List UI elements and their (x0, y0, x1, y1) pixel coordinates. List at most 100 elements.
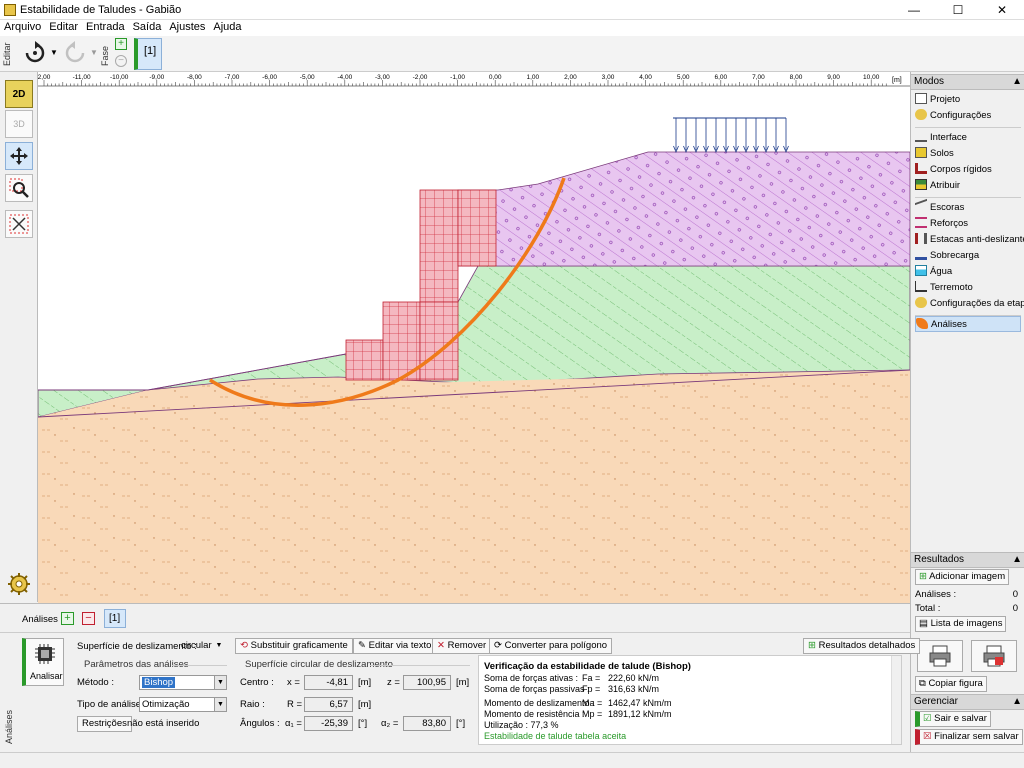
pencil-icon: ✎ (358, 640, 369, 651)
analysis-tab[interactable]: [1] (104, 609, 126, 628)
menu-saida[interactable]: Saída (129, 20, 166, 34)
settings-gear-icon[interactable] (5, 570, 33, 598)
view-3d-button[interactable]: 3D (5, 110, 33, 138)
menu-entrada[interactable]: Entrada (82, 20, 129, 34)
copy-figure-button[interactable]: ⧉ Copiar figura (915, 676, 987, 692)
soil-layer-purple[interactable] (457, 151, 910, 267)
replace-graphic-button[interactable]: ⟲ Substituir graficamente (235, 638, 353, 654)
analysis-type-select[interactable]: Otimização ▼ (139, 697, 227, 712)
mode-escoras[interactable]: Escoras (915, 198, 1021, 216)
maximize-button[interactable]: ☐ (936, 0, 980, 20)
mode-sobrecarga[interactable]: Sobrecarga (915, 248, 1021, 264)
mode-atribuir[interactable]: Atribuir (915, 178, 1021, 194)
ruler-tick-label: -9,00 (149, 74, 164, 81)
print-preview-button[interactable] (971, 640, 1017, 672)
analyses-label: Análises : (22, 614, 64, 625)
ruler-unit: [m] (892, 77, 902, 84)
ruler-tick-label: -5,00 (300, 74, 315, 81)
radius-field[interactable]: 6,57 (304, 697, 353, 712)
add-analysis-icon[interactable]: + (61, 612, 74, 625)
image-list-button[interactable]: ▤ Lista de imagens (915, 616, 1007, 632)
ruler-tick-label: -2,00 (413, 74, 428, 81)
a1-field[interactable]: -25,39 (304, 716, 353, 731)
method-select[interactable]: Bishop ▼ (139, 675, 227, 690)
status-bar (0, 752, 1024, 768)
mode-projeto[interactable]: Projeto (915, 92, 1021, 108)
surface-select[interactable]: circular ▼ (179, 639, 225, 654)
remove-button[interactable]: ✕ Remover (432, 638, 492, 654)
remove-analysis-icon[interactable]: − (82, 612, 95, 625)
z-field[interactable]: 100,95 (403, 675, 451, 690)
menu-arquivo[interactable]: Arquivo (0, 20, 45, 34)
ruler-tick-label: 5,00 (677, 74, 690, 81)
mode-configuracoes[interactable]: Configurações (915, 108, 1021, 124)
mode-analises[interactable]: Análises (915, 316, 1021, 332)
minimize-button[interactable]: — (892, 0, 936, 20)
radius-label: Raio : (240, 699, 265, 710)
a2-field[interactable]: 83,80 (403, 716, 451, 731)
mode-agua[interactable]: Água (915, 264, 1021, 280)
radius-unit: [m] (358, 699, 372, 710)
run-analysis-button[interactable]: Analisar (22, 638, 64, 686)
passive-forces-row: Soma de forças passivas : Fp = 316,63 kN/m (484, 684, 660, 694)
chip-icon (35, 644, 55, 664)
x-field[interactable]: -4,81 (304, 675, 353, 690)
soil-layer-base[interactable] (38, 370, 910, 603)
stage-tab[interactable]: [1] (134, 38, 162, 70)
mode-estacas[interactable]: Estacas anti-deslizantes (915, 232, 1024, 248)
soil-icon (915, 147, 927, 158)
zoom-window-icon[interactable] (5, 174, 33, 202)
mode-solos[interactable]: Solos (915, 146, 1021, 162)
surcharge-load[interactable] (673, 117, 789, 154)
menu-bar: Arquivo Editar Entrada Saída Ajustes Ajuda (0, 20, 1024, 36)
remove-stage-icon[interactable]: − (115, 55, 127, 67)
close-button[interactable]: ✕ (980, 0, 1024, 20)
ruler-tick-label: -3,00 (375, 74, 390, 81)
manage-header: Gerenciar ▲ (911, 694, 1024, 710)
drawing-canvas[interactable]: 2,00 -11,00 -10,00 -9,00 -8,00 -7,00 -6,00 -5,0… (38, 72, 910, 603)
restrictions-status: não está inserido (127, 718, 200, 729)
x-unit: [m] (358, 677, 372, 688)
undo-icon[interactable] (22, 40, 48, 66)
earthquake-icon (915, 281, 927, 292)
print-button[interactable] (917, 640, 963, 672)
ruler-tick-label: 10,00 (863, 74, 880, 81)
mode-reforcos[interactable]: Reforços (915, 216, 1021, 232)
add-stage-icon[interactable]: + (115, 38, 127, 50)
water-icon (915, 265, 927, 276)
analysis-side-label: Análises (4, 709, 14, 745)
menu-ajustes[interactable]: Ajustes (165, 20, 209, 34)
detailed-results-button[interactable]: ⊞ Resultados detalhados (803, 638, 921, 654)
a1-unit: [°] (358, 718, 368, 729)
right-panel: Modos ▲ Projeto Configurações Interface S… (910, 72, 1024, 752)
view-2d-button[interactable]: 2D (5, 80, 33, 108)
mode-config-etapa[interactable]: Configurações da etapa (915, 296, 1024, 312)
ruler-tick-label: -4,00 (337, 74, 352, 81)
document-icon (915, 93, 927, 104)
cross-icon: ☒ (923, 731, 935, 742)
zoom-extents-icon[interactable] (5, 210, 33, 238)
mode-corpos-rigidos[interactable]: Corpos rígidos (915, 162, 1021, 178)
add-image-button[interactable]: ⊞ Adicionar imagem (915, 569, 1010, 585)
undo-dropdown-icon[interactable]: ▼ (50, 48, 58, 57)
mode-terremoto[interactable]: Terremoto (915, 280, 1021, 296)
pan-icon[interactable] (5, 142, 33, 170)
menu-editar[interactable]: Editar (45, 20, 82, 34)
edit-text-button[interactable]: ✎ Editar via texto (353, 638, 437, 654)
redo-icon[interactable] (62, 40, 88, 66)
redo-dropdown-icon[interactable]: ▼ (90, 48, 98, 57)
convert-polygon-button[interactable]: ⟳ Converter para polígono (489, 638, 613, 654)
analysis-icon (916, 318, 928, 329)
window-title: Estabilidade de Taludes - Gabião (20, 4, 182, 16)
ruler-tick-label: 0,00 (489, 74, 502, 81)
assign-icon (915, 179, 927, 190)
menu-ajuda[interactable]: Ajuda (209, 20, 245, 34)
restrictions-button[interactable]: Restrições (77, 716, 132, 732)
ruler-tick-label: -1,00 (450, 74, 465, 81)
ruler-tick-label: 3,00 (602, 74, 615, 81)
mode-interface[interactable]: Interface (915, 130, 1021, 146)
exit-nosave-button[interactable]: ☒ Finalizar sem salvar (915, 729, 1023, 745)
resisting-moment-row: Momento de resistência : Mp = 1891,12 kNm/… (484, 709, 672, 719)
save-exit-button[interactable]: ☑ Sair e salvar (915, 711, 991, 727)
results-scrollbar[interactable] (891, 656, 901, 744)
